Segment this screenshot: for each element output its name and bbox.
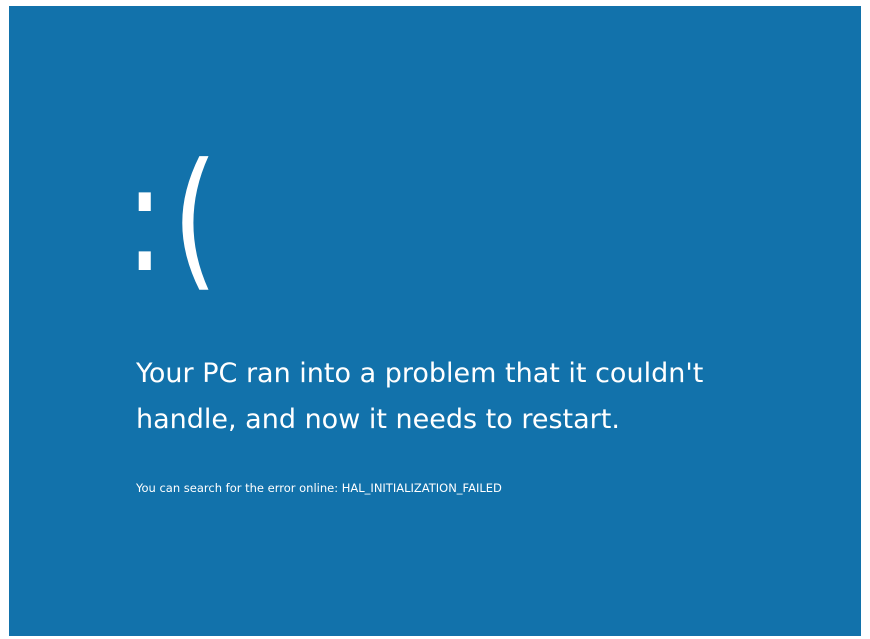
blue-screen: :( Your PC ran into a problem that it co…: [9, 6, 861, 636]
stop-code: HAL_INITIALIZATION_FAILED: [341, 481, 502, 495]
screenshot-frame: :( Your PC ran into a problem that it co…: [0, 0, 870, 639]
error-message: Your PC ran into a problem that it could…: [136, 351, 836, 443]
error-search-hint-prefix: You can search for the error online:: [136, 481, 342, 495]
error-message-line-2: handle, and now it needs to restart.: [136, 404, 620, 435]
sad-face-emoticon: :(: [125, 132, 226, 306]
error-search-hint: You can search for the error online: HAL…: [136, 480, 502, 496]
error-message-line-1: Your PC ran into a problem that it could…: [136, 358, 704, 389]
